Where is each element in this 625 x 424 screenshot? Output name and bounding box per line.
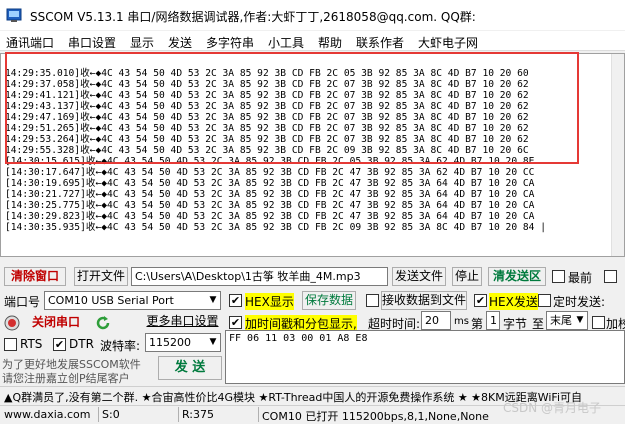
record-icon <box>4 315 20 331</box>
send-text-area[interactable]: FF 06 11 03 00 01 A8 E8 <box>225 330 625 384</box>
menu-item-daxia-website[interactable]: 大虾电子网 <box>418 34 478 51</box>
log-line: [14:30:29.823]收←◆4C 43 54 50 4D 53 2C 3A… <box>5 211 535 222</box>
chevron-down-icon: ▼ <box>206 292 220 309</box>
ad-banner-text[interactable]: ▲Q群满员了,没有第二个群. ★合宙高性价比4G模块 ★RT-Thread中国人… <box>4 389 582 405</box>
receive-scrollbar[interactable] <box>611 54 624 256</box>
website-link[interactable]: www.daxia.com <box>4 408 91 421</box>
add-checksum-checkbox[interactable] <box>592 316 605 329</box>
baud-rate-select[interactable]: 115200 ▼ <box>145 333 221 352</box>
sent-count: S:0 <box>102 408 120 421</box>
hex-send-label: HEX发送 <box>489 293 538 310</box>
port-select-value: COM10 USB Serial Port <box>48 294 174 307</box>
hex-display-label: HEX显示 <box>245 293 294 310</box>
open-file-button[interactable]: 打开文件 <box>74 267 128 286</box>
dtr-checkbox[interactable]: ✔ <box>53 338 66 351</box>
timeout-input[interactable]: 20 <box>421 311 451 330</box>
byte-index-input[interactable]: 1 <box>486 311 500 330</box>
title-bar: SSCOM V5.13.1 串口/网络数据调试器,作者:大虾丁丁,2618058… <box>0 0 625 30</box>
send-file-button[interactable]: 发送文件 <box>392 267 446 286</box>
log-line: [14:30:35.935]收←◆4C 43 54 50 4D 53 2C 3A… <box>5 222 546 233</box>
port-label: 端口号 <box>4 295 41 309</box>
log-line: [14:30:17.647]收←◆4C 43 54 50 4D 53 2C 3A… <box>5 167 535 178</box>
log-line: [14:30:25.775]收←◆4C 43 54 50 4D 53 2C 3A… <box>5 200 535 211</box>
log-line: [14:30:19.695]收←◆4C 43 54 50 4D 53 2C 3A… <box>5 178 535 189</box>
menu-item-contact-author[interactable]: 联系作者 <box>356 34 404 51</box>
menu-item-help[interactable]: 帮助 <box>318 34 342 51</box>
log-line: [14:30:21.727]收←◆4C 43 54 50 4D 53 2C 3A… <box>5 189 535 200</box>
rts-label: RTS <box>20 337 43 351</box>
timed-send-checkbox[interactable] <box>538 294 551 307</box>
menu-bar: 通讯端口 串口设置 显示 发送 多字符串 小工具 帮助 联系作者 大虾电子网 <box>0 31 625 51</box>
frontmost-checkbox[interactable] <box>552 270 565 283</box>
chevron-down-icon: ▼ <box>206 334 220 351</box>
receive-to-file-checkbox[interactable] <box>366 294 379 307</box>
app-icon <box>6 7 22 23</box>
window-title: SSCOM V5.13.1 串口/网络数据调试器,作者:大虾丁丁,2618058… <box>30 10 476 24</box>
promo-text-line2: 请您注册嘉立创P结尾客户 <box>2 372 130 385</box>
menu-item-multi-string[interactable]: 多字符串 <box>206 34 254 51</box>
received-count: R:375 <box>182 408 215 421</box>
chevron-down-icon: ▼ <box>573 312 587 329</box>
clear-send-area-button[interactable]: 清发送区 <box>488 267 546 286</box>
status-divider <box>258 407 259 422</box>
menu-item-serial-settings[interactable]: 串口设置 <box>68 34 116 51</box>
status-divider <box>98 407 99 422</box>
menu-item-comm-port[interactable]: 通讯端口 <box>6 34 54 51</box>
watermark: CSDN @青月电子 <box>502 401 601 415</box>
frontmost-label: 最前 <box>568 271 593 285</box>
send-button[interactable]: 发 送 <box>158 356 222 380</box>
baud-rate-value: 115200 <box>149 336 191 349</box>
receive-to-file-button[interactable]: 接收数据到文件 <box>381 291 467 310</box>
menu-item-send[interactable]: 发送 <box>168 34 192 51</box>
more-serial-settings-link[interactable]: 更多串口设置 <box>144 313 221 332</box>
clear-window-button[interactable]: 清除窗口 <box>4 267 66 286</box>
refresh-icon[interactable] <box>94 314 112 332</box>
hex-display-checkbox[interactable]: ✔ <box>229 294 242 307</box>
end-select[interactable]: 末尾 ▼ <box>546 311 588 330</box>
dtr-label: DTR <box>69 337 94 351</box>
timeout-unit: ms <box>454 316 469 327</box>
send-content: FF 06 11 03 00 01 A8 E8 <box>229 333 368 344</box>
status-divider <box>178 407 179 422</box>
annotation-highlight-box <box>5 52 579 164</box>
menu-item-tools[interactable]: 小工具 <box>268 34 304 51</box>
port-select[interactable]: COM10 USB Serial Port ▼ <box>44 291 221 310</box>
rts-checkbox[interactable] <box>4 338 17 351</box>
save-data-button[interactable]: 保存数据 <box>302 291 356 310</box>
baud-rate-label: 波特率: <box>100 339 141 353</box>
port-status: COM10 已打开 115200bps,8,1,None,None <box>262 410 489 423</box>
add-timestamp-checkbox[interactable]: ✔ <box>229 316 242 329</box>
file-path-field[interactable]: C:\Users\A\Desktop\1古筝 牧羊曲_4M.mp3 <box>131 267 388 286</box>
close-port-button[interactable]: 关闭串口 <box>24 314 88 333</box>
english-checkbox[interactable] <box>604 270 617 283</box>
timed-send-label: 定时发送: <box>553 295 606 309</box>
end-select-value: 末尾 <box>550 314 572 327</box>
hex-send-checkbox[interactable]: ✔ <box>474 294 487 307</box>
menu-item-display[interactable]: 显示 <box>130 34 154 51</box>
stop-button[interactable]: 停止 <box>452 267 482 286</box>
